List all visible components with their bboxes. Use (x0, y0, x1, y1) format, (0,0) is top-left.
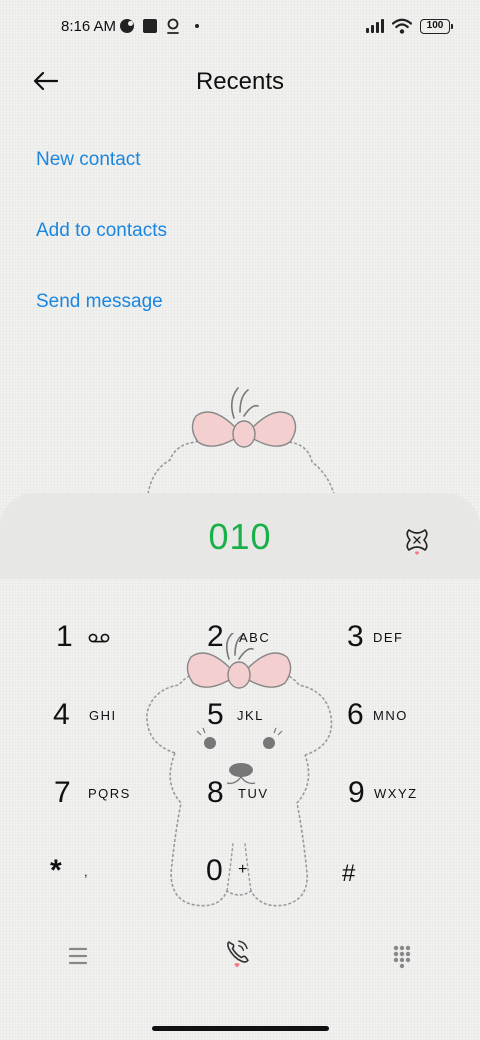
call-button[interactable] (217, 933, 257, 973)
number-bar: 010 (0, 493, 480, 579)
status-notification-icons (120, 18, 199, 34)
dialpad-toggle-button[interactable] (382, 936, 422, 976)
wifi-icon (392, 18, 412, 34)
dial-key-3[interactable]: 3 DEF (347, 619, 467, 679)
key-letters: ABC (239, 630, 271, 645)
status-time: 8:16 AM (61, 18, 117, 35)
dial-key-0[interactable]: 0 + (206, 853, 326, 913)
voicemail-icon (88, 633, 110, 643)
key-letters: DEF (373, 630, 404, 645)
key-digit: 4 (53, 698, 70, 731)
home-indicator[interactable] (152, 1026, 329, 1031)
delete-button[interactable] (400, 523, 434, 557)
dial-key-5[interactable]: 5 JKL (207, 697, 327, 757)
key-digit: * (50, 854, 62, 887)
dog-illustration-top (147, 387, 335, 495)
signal-icon (366, 19, 384, 33)
call-icon (227, 940, 249, 968)
add-to-contacts-option[interactable]: Add to contacts (36, 219, 167, 243)
menu-icon (68, 947, 88, 965)
key-digit: # (342, 860, 356, 887)
dial-key-8[interactable]: 8 TUV (207, 775, 327, 835)
key-letters: MNO (373, 708, 408, 723)
dial-key-6[interactable]: 6 MNO (347, 697, 467, 757)
backspace-icon (406, 529, 428, 555)
dialpad-icon (393, 945, 411, 969)
key-letters: WXYZ (374, 786, 418, 801)
key-letters: , (84, 864, 90, 879)
status-bar: 8:16 AM 100 (0, 0, 480, 56)
dial-key-7[interactable]: 7 PQRS (54, 775, 174, 835)
dial-key-star[interactable]: * , (50, 853, 170, 913)
dial-key-2[interactable]: 2 ABC (207, 619, 327, 679)
square-app-icon (143, 19, 157, 33)
dot-icon (195, 24, 199, 28)
key-letters: PQRS (88, 786, 131, 801)
key-letters: JKL (237, 708, 264, 723)
menu-button[interactable] (58, 936, 98, 976)
status-system-icons: 100 (366, 18, 453, 34)
key-digit: 8 (207, 776, 224, 809)
key-digit: 1 (56, 620, 73, 653)
dial-key-4[interactable]: 4 GHI (53, 697, 173, 757)
dialer-panel: 010 1 2 ABC 3 DEF 4 GHI 5 JKL 6 MNO 7 PQ… (0, 493, 480, 1040)
key-letters: TUV (238, 786, 269, 801)
key-letters: GHI (89, 708, 117, 723)
key-digit: 0 (206, 854, 223, 887)
page-title: Recents (195, 68, 285, 95)
new-contact-option[interactable]: New contact (36, 148, 141, 172)
dial-key-1[interactable]: 1 (56, 619, 176, 679)
send-message-option[interactable]: Send message (36, 290, 163, 314)
dial-key-hash[interactable]: # (342, 853, 462, 913)
circle-app-icon (120, 19, 134, 33)
key-letters: + (238, 861, 249, 878)
key-digit: 2 (207, 620, 224, 653)
key-digit: 7 (54, 776, 71, 809)
key-digit: 6 (347, 698, 364, 731)
battery-icon: 100 (420, 18, 453, 34)
key-digit: 9 (348, 776, 365, 809)
key-digit: 3 (347, 620, 364, 653)
key-digit: 5 (207, 698, 224, 731)
location-pin-icon (167, 18, 179, 34)
dial-key-9[interactable]: 9 WXYZ (348, 775, 468, 835)
